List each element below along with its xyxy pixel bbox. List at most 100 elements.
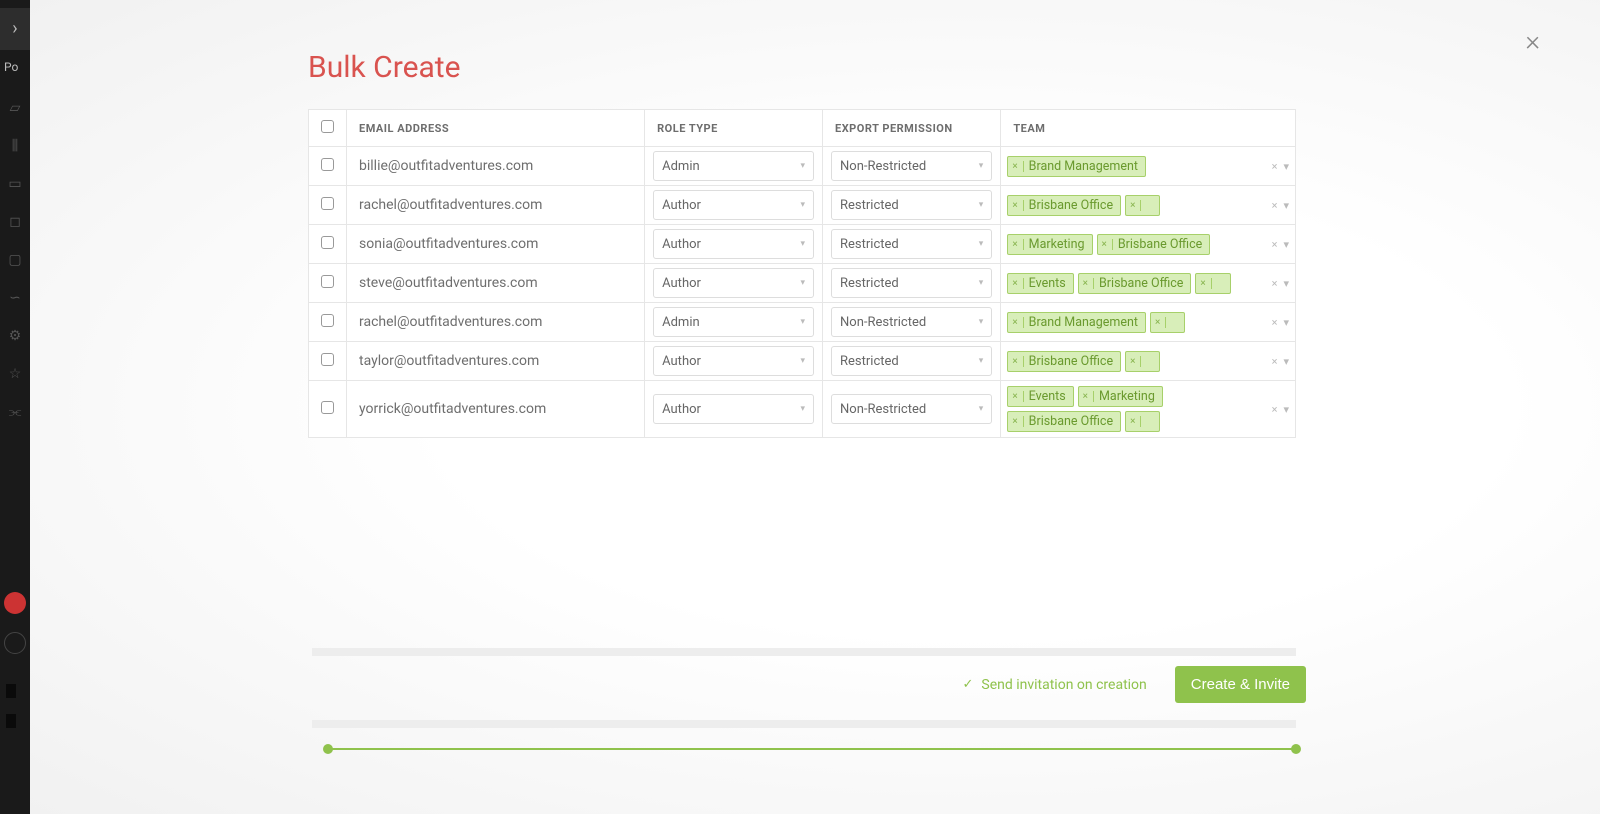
sidebar-nav: ▱ ⫼ ▭ ◻ ▢ ∽ ⚙ ☆ ⫘: [7, 100, 23, 420]
remove-tag-icon[interactable]: ×: [1200, 278, 1211, 289]
remove-tag-icon[interactable]: ×: [1012, 239, 1023, 250]
role-value: Admin: [662, 159, 700, 174]
clear-teams-icon[interactable]: ×: [1272, 316, 1278, 329]
remove-tag-icon[interactable]: ×: [1083, 278, 1094, 289]
row-checkbox[interactable]: [321, 236, 334, 249]
clear-teams-icon[interactable]: ×: [1272, 199, 1278, 212]
clipboard-icon[interactable]: ▭: [7, 176, 23, 192]
role-select[interactable]: Author▾: [653, 190, 814, 220]
check-icon: ✓: [962, 677, 973, 692]
row-checkbox[interactable]: [321, 314, 334, 327]
row-checkbox[interactable]: [321, 401, 334, 414]
header-team: Team: [1001, 110, 1296, 147]
email-cell[interactable]: steve@outfitadventures.com: [347, 264, 645, 303]
role-cell: Author▾: [645, 381, 823, 438]
sidebar-section-label: Po: [0, 50, 30, 84]
email-cell[interactable]: rachel@outfitadventures.com: [347, 186, 645, 225]
select-all-checkbox[interactable]: [321, 120, 334, 133]
gear-icon[interactable]: ⚙: [7, 328, 23, 344]
clear-teams-icon[interactable]: ×: [1272, 277, 1278, 290]
remove-tag-icon[interactable]: ×: [1083, 391, 1094, 402]
email-cell[interactable]: taylor@outfitadventures.com: [347, 342, 645, 381]
team-tag-list[interactable]: × Brisbane Office ×: [1007, 193, 1160, 218]
sidebar-expand[interactable]: ›: [0, 8, 30, 50]
remove-tag-icon[interactable]: ×: [1012, 317, 1023, 328]
horizontal-scroll-track[interactable]: [312, 648, 1296, 656]
role-select[interactable]: Admin▾: [653, 151, 814, 181]
role-select[interactable]: Author▾: [653, 229, 814, 259]
star-icon[interactable]: ☆: [7, 366, 23, 382]
chevron-down-icon[interactable]: ▾: [1283, 403, 1289, 416]
chevron-down-icon[interactable]: ▾: [1283, 199, 1289, 212]
clear-teams-icon[interactable]: ×: [1272, 238, 1278, 251]
email-cell[interactable]: yorrick@outfitadventures.com: [347, 381, 645, 438]
team-tag-label: Brisbane Office: [1029, 198, 1113, 213]
clear-teams-icon[interactable]: ×: [1272, 160, 1278, 173]
remove-tag-icon[interactable]: ×: [1130, 200, 1141, 211]
sidebar-block[interactable]: [6, 684, 16, 698]
chevron-down-icon: ▾: [800, 278, 805, 288]
header-role: Role Type: [645, 110, 823, 147]
avatar[interactable]: [4, 592, 26, 614]
remove-tag-icon[interactable]: ×: [1012, 391, 1023, 402]
cloud-icon[interactable]: ∽: [7, 290, 23, 306]
folder-icon[interactable]: ▱: [7, 100, 23, 116]
export-select[interactable]: Restricted▾: [831, 229, 992, 259]
email-cell[interactable]: rachel@outfitadventures.com: [347, 303, 645, 342]
sidebar-block[interactable]: [6, 714, 16, 728]
table-row: sonia@outfitadventures.com Author▾ Restric…: [309, 225, 1296, 264]
remove-tag-icon[interactable]: ×: [1130, 356, 1141, 367]
export-select[interactable]: Non-Restricted▾: [831, 307, 992, 337]
team-tag-list[interactable]: ×Brand Management×: [1007, 310, 1185, 335]
send-invitation-toggle[interactable]: ✓ Send invitation on creation: [962, 677, 1146, 693]
email-cell[interactable]: sonia@outfitadventures.com: [347, 225, 645, 264]
chart-icon[interactable]: ⫼: [7, 138, 23, 154]
table-row: yorrick@outfitadventures.com Author▾ Non-R…: [309, 381, 1296, 438]
remove-tag-icon[interactable]: ×: [1155, 317, 1166, 328]
chevron-down-icon[interactable]: ▾: [1283, 277, 1289, 290]
export-select[interactable]: Non-Restricted▾: [831, 394, 992, 424]
role-select[interactable]: Author▾: [653, 394, 814, 424]
team-tag-list[interactable]: ×Events×Marketing×Brisbane Office×: [1007, 384, 1245, 434]
clear-teams-icon[interactable]: ×: [1272, 355, 1278, 368]
help-icon[interactable]: [4, 632, 26, 654]
chevron-down-icon[interactable]: ▾: [1283, 160, 1289, 173]
chevron-down-icon[interactable]: ▾: [1283, 355, 1289, 368]
email-cell[interactable]: billie@outfitadventures.com: [347, 147, 645, 186]
remove-tag-icon[interactable]: ×: [1012, 161, 1023, 172]
team-tag: × Brisbane Office: [1007, 195, 1121, 216]
row-checkbox[interactable]: [321, 353, 334, 366]
team-tag-list[interactable]: ×Events×Brisbane Office×: [1007, 271, 1230, 296]
export-select[interactable]: Restricted▾: [831, 268, 992, 298]
remove-tag-icon[interactable]: ×: [1102, 239, 1113, 250]
export-select[interactable]: Restricted▾: [831, 190, 992, 220]
team-tag-list[interactable]: ×Marketing×Brisbane Office: [1007, 232, 1210, 257]
export-value: Restricted: [840, 237, 899, 252]
row-checkbox[interactable]: [321, 158, 334, 171]
remove-tag-icon[interactable]: ×: [1130, 416, 1141, 427]
chevron-down-icon[interactable]: ▾: [1283, 316, 1289, 329]
team-tag-list[interactable]: ×Brand Management: [1007, 154, 1146, 179]
progress-indicator[interactable]: [328, 748, 1296, 750]
role-select[interactable]: Admin▾: [653, 307, 814, 337]
remove-tag-icon[interactable]: ×: [1012, 356, 1023, 367]
row-checkbox[interactable]: [321, 275, 334, 288]
remove-tag-icon[interactable]: ×: [1012, 278, 1023, 289]
share-icon[interactable]: ⫘: [7, 404, 23, 420]
monitor-icon[interactable]: ▢: [7, 252, 23, 268]
close-icon[interactable]: ×: [1525, 24, 1540, 57]
create-and-invite-button[interactable]: Create & Invite: [1175, 666, 1306, 703]
role-select[interactable]: Author▾: [653, 268, 814, 298]
square-icon[interactable]: ◻: [7, 214, 23, 230]
export-select[interactable]: Non-Restricted▾: [831, 151, 992, 181]
row-checkbox[interactable]: [321, 197, 334, 210]
export-select[interactable]: Restricted▾: [831, 346, 992, 376]
remove-tag-icon[interactable]: ×: [1012, 200, 1023, 211]
remove-tag-icon[interactable]: ×: [1012, 416, 1023, 427]
clear-teams-icon[interactable]: ×: [1272, 403, 1278, 416]
horizontal-scroll-track[interactable]: [312, 720, 1296, 728]
role-select[interactable]: Author▾: [653, 346, 814, 376]
chevron-down-icon[interactable]: ▾: [1283, 238, 1289, 251]
team-tag-list[interactable]: ×Brisbane Office×: [1007, 349, 1160, 374]
modal-footer: ✓ Send invitation on creation Create & I…: [308, 666, 1306, 703]
